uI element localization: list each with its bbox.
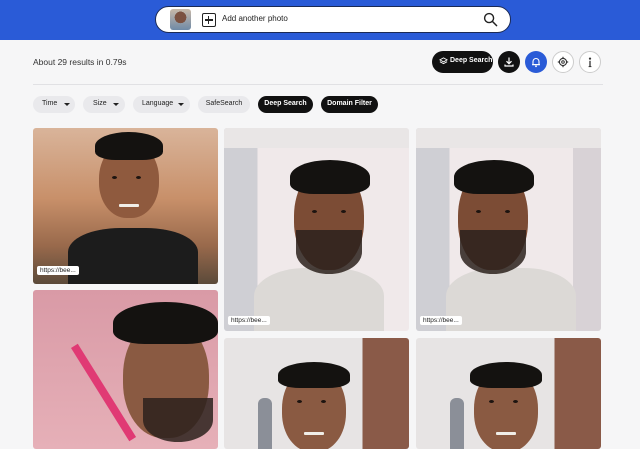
chevron-down-icon bbox=[64, 103, 70, 106]
filter-size-label: Size bbox=[93, 100, 107, 107]
filter-size[interactable]: Size bbox=[83, 96, 125, 113]
results-summary: About 29 results in 0.79s bbox=[33, 57, 127, 67]
result-card[interactable]: https://bee... bbox=[416, 128, 601, 331]
info-icon bbox=[588, 57, 592, 68]
result-url-label[interactable]: https://bee... bbox=[228, 316, 270, 325]
result-card[interactable] bbox=[33, 290, 218, 449]
filter-safesearch-label: SafeSearch bbox=[205, 100, 243, 107]
filter-language-label: Language bbox=[142, 100, 174, 107]
filter-time-label: Time bbox=[42, 100, 58, 107]
download-button[interactable] bbox=[498, 51, 520, 73]
filter-safesearch[interactable]: SafeSearch bbox=[198, 96, 250, 113]
result-image bbox=[33, 128, 218, 284]
uploaded-photo-thumbnail[interactable] bbox=[170, 9, 191, 30]
top-header: Add another photo bbox=[0, 0, 640, 40]
filter-deep-search[interactable]: Deep Search bbox=[258, 96, 313, 113]
result-card[interactable] bbox=[224, 338, 409, 449]
divider bbox=[33, 84, 603, 85]
result-card[interactable]: https://bee... bbox=[33, 128, 218, 284]
result-card[interactable]: https://bee... bbox=[224, 128, 409, 331]
result-card[interactable] bbox=[416, 338, 601, 449]
download-icon bbox=[504, 57, 514, 67]
result-image bbox=[416, 338, 601, 449]
deep-search-label: Deep Search bbox=[450, 57, 493, 64]
result-url-label[interactable]: https://bee... bbox=[37, 266, 79, 275]
chevron-down-icon bbox=[178, 103, 184, 106]
add-photo-label[interactable]: Add another photo bbox=[222, 14, 288, 23]
chevron-down-icon bbox=[113, 103, 119, 106]
result-url-label[interactable]: https://bee... bbox=[420, 316, 462, 325]
alert-button[interactable] bbox=[525, 51, 547, 73]
filter-time[interactable]: Time bbox=[33, 96, 75, 113]
filter-language[interactable]: Language bbox=[133, 96, 190, 113]
filter-domain-label: Domain Filter bbox=[327, 100, 372, 107]
result-image: https://bee... bbox=[224, 128, 409, 331]
add-photo-icon[interactable] bbox=[202, 13, 216, 27]
filter-deep-search-label: Deep Search bbox=[264, 100, 307, 107]
result-image bbox=[33, 290, 218, 449]
layers-icon bbox=[439, 57, 448, 65]
info-button[interactable] bbox=[579, 51, 601, 73]
deep-search-button[interactable]: Deep Search bbox=[432, 51, 493, 73]
result-image bbox=[224, 338, 409, 449]
search-icon[interactable] bbox=[483, 12, 498, 27]
result-image: https://bee... bbox=[416, 128, 601, 331]
settings-icon bbox=[557, 56, 569, 68]
alert-icon bbox=[532, 58, 540, 68]
image-search-box[interactable]: Add another photo bbox=[155, 6, 511, 33]
settings-button[interactable] bbox=[552, 51, 574, 73]
filter-domain[interactable]: Domain Filter bbox=[321, 96, 378, 113]
